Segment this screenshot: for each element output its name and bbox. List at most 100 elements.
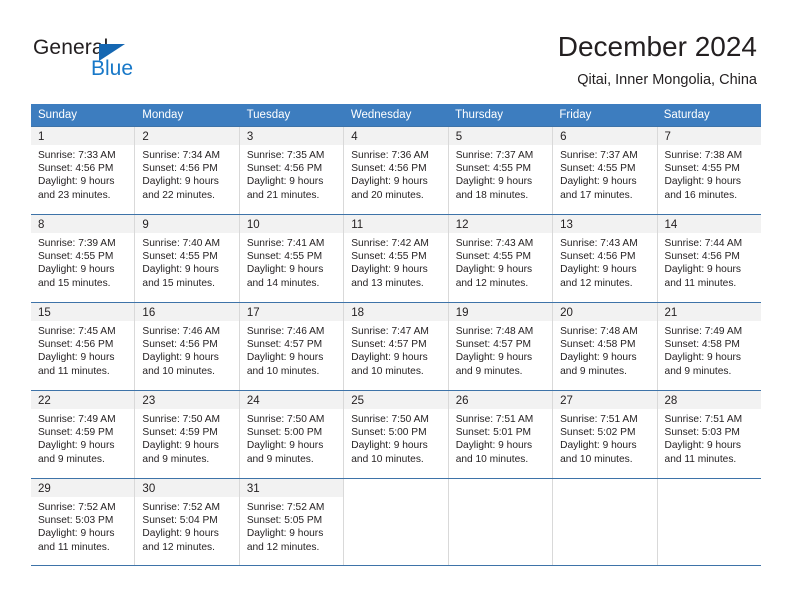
daylight-text-line2: and 9 minutes. [246,453,314,465]
title-block: December 2024 Qitai, Inner Mongolia, Chi… [558,30,757,90]
daylight-text-line2: and 10 minutes. [560,453,633,465]
day-info: Sunrise: 7:51 AM Sunset: 5:01 PM Daylight:… [449,409,552,466]
day-cell[interactable]: 3 Sunrise: 7:35 AM Sunset: 4:56 PM Daylight… [239,127,345,214]
day-cell[interactable]: 2 Sunrise: 7:34 AM Sunset: 4:56 PM Daylight… [135,127,240,214]
day-cell[interactable]: 26 Sunrise: 7:51 AM Sunset: 5:01 PM Dayligh… [448,391,554,478]
page-header: General Blue December 2024 Qitai, Inner … [0,0,792,100]
day-cell[interactable]: 25 Sunrise: 7:50 AM Sunset: 5:00 PM Dayligh… [344,391,449,478]
day-cell[interactable]: 12 Sunrise: 7:43 AM Sunset: 4:55 PM Dayligh… [448,215,554,302]
day-number-band: 20 [553,303,657,321]
weekday-header-thursday: Thursday [455,109,504,121]
sunrise-text: Sunrise: 7:42 AM [351,238,429,249]
day-cell[interactable]: 17 Sunrise: 7:46 AM Sunset: 4:57 PM Dayligh… [239,303,345,390]
day-info: Sunrise: 7:38 AM Sunset: 4:55 PM Daylight:… [658,145,761,202]
day-cell[interactable]: 19 Sunrise: 7:48 AM Sunset: 4:57 PM Dayligh… [448,303,554,390]
sunset-text: Sunset: 5:03 PM [664,427,740,439]
day-cell[interactable]: 23 Sunrise: 7:50 AM Sunset: 4:59 PM Dayligh… [135,391,240,478]
day-number: 5 [455,131,463,143]
day-number-band: 31 [239,479,344,497]
day-number-band: 6 [553,127,657,145]
daylight-text-line2: and 12 minutes. [560,277,633,289]
day-cell[interactable]: 18 Sunrise: 7:47 AM Sunset: 4:57 PM Dayligh… [344,303,449,390]
day-cell[interactable]: 1 Sunrise: 7:33 AM Sunset: 4:56 PM Daylight… [31,127,136,214]
daylight-text-line2: and 22 minutes. [142,189,215,201]
day-info: Sunrise: 7:46 AM Sunset: 4:57 PM Daylight:… [240,321,343,378]
sunset-text: Sunset: 4:59 PM [38,427,114,439]
day-number-band: 7 [657,127,761,145]
sunset-text: Sunset: 5:04 PM [142,515,218,527]
sunrise-text: Sunrise: 7:49 AM [38,414,116,425]
sunrise-text: Sunrise: 7:51 AM [664,414,743,425]
sunset-text: Sunset: 4:56 PM [351,163,427,175]
day-info: Sunrise: 7:37 AM Sunset: 4:55 PM Daylight:… [449,145,552,202]
day-number-band: 15 [31,303,135,321]
day-cell[interactable]: 16 Sunrise: 7:46 AM Sunset: 4:56 PM Dayligh… [135,303,240,390]
day-info [553,497,656,501]
day-cell[interactable]: 21 Sunrise: 7:49 AM Sunset: 4:58 PM Dayligh… [657,303,761,390]
daylight-text-line1: Daylight: 9 hours [142,440,219,452]
daylight-text-line1: Daylight: 9 hours [664,264,741,276]
general-blue-logo[interactable]: General Blue [33,36,163,84]
sunrise-text: Sunrise: 7:48 AM [560,326,638,337]
daylight-text-line2: and 10 minutes. [142,365,215,377]
day-number: 27 [560,395,573,407]
day-cell[interactable]: 11 Sunrise: 7:42 AM Sunset: 4:55 PM Dayligh… [344,215,449,302]
day-number-band: 9 [135,215,239,233]
sunrise-text: Sunrise: 7:51 AM [455,414,534,425]
day-cell[interactable]: 20 Sunrise: 7:48 AM Sunset: 4:58 PM Dayligh… [553,303,658,390]
day-cell[interactable]: 31 Sunrise: 7:52 AM Sunset: 5:05 PM Dayligh… [239,479,345,565]
day-number: 4 [351,131,358,143]
sunset-text: Sunset: 4:57 PM [455,339,532,351]
day-cell[interactable]: 27 Sunrise: 7:51 AM Sunset: 5:02 PM Dayligh… [553,391,658,478]
day-cell[interactable]: 24 Sunrise: 7:50 AM Sunset: 5:00 PM Dayligh… [239,391,345,478]
day-number: 15 [38,307,51,319]
day-cell[interactable]: 29 Sunrise: 7:52 AM Sunset: 5:03 PM Dayligh… [31,479,136,565]
day-number-band [553,479,657,497]
day-cell[interactable]: 4 Sunrise: 7:36 AM Sunset: 4:56 PM Daylight… [344,127,449,214]
day-cell[interactable]: 9 Sunrise: 7:40 AM Sunset: 4:55 PM Daylight… [135,215,240,302]
day-info: Sunrise: 7:48 AM Sunset: 4:58 PM Daylight:… [553,321,656,378]
day-number: 9 [142,219,149,231]
day-cell[interactable]: 28 Sunrise: 7:51 AM Sunset: 5:03 PM Dayligh… [657,391,761,478]
weekday-header-friday: Friday [559,109,592,121]
sunset-text: Sunset: 4:56 PM [560,251,636,263]
day-number-band: 28 [657,391,761,409]
day-cell[interactable]: 10 Sunrise: 7:41 AM Sunset: 4:55 PM Dayligh… [239,215,345,302]
page-title: December 2024 [557,31,757,62]
daylight-text-line1: Daylight: 9 hours [455,264,533,276]
sunrise-text: Sunrise: 7:52 AM [142,502,221,513]
daylight-text-line1: Daylight: 9 hours [560,264,637,276]
sunset-text: Sunset: 4:56 PM [142,163,218,175]
sunrise-text: Sunrise: 7:52 AM [38,502,116,513]
day-info: Sunrise: 7:33 AM Sunset: 4:56 PM Daylight:… [31,145,134,202]
day-cell[interactable]: 14 Sunrise: 7:44 AM Sunset: 4:56 PM Dayligh… [657,215,761,302]
day-cell[interactable]: 7 Sunrise: 7:38 AM Sunset: 4:55 PM Daylight… [657,127,761,214]
day-info: Sunrise: 7:35 AM Sunset: 4:56 PM Daylight:… [240,145,343,202]
sunset-text: Sunset: 4:58 PM [664,339,740,351]
daylight-text-line2: and 18 minutes. [455,189,529,201]
day-cell[interactable]: 30 Sunrise: 7:52 AM Sunset: 5:04 PM Dayligh… [135,479,240,565]
day-cell[interactable]: 15 Sunrise: 7:45 AM Sunset: 4:56 PM Dayligh… [31,303,136,390]
day-number-band: 24 [239,391,344,409]
day-number: 20 [560,307,573,319]
day-cell[interactable]: 22 Sunrise: 7:49 AM Sunset: 4:59 PM Dayligh… [31,391,136,478]
day-cell[interactable]: 13 Sunrise: 7:43 AM Sunset: 4:56 PM Dayligh… [553,215,658,302]
daylight-text-line1: Daylight: 9 hours [560,440,637,452]
calendar-week-row: 8 Sunrise: 7:39 AM Sunset: 4:55 PM Daylight… [31,214,761,302]
day-cell[interactable]: 5 Sunrise: 7:37 AM Sunset: 4:55 PM Daylight… [448,127,554,214]
page-subtitle: Qitai, Inner Mongolia, China [577,72,757,88]
daylight-text-line1: Daylight: 9 hours [38,440,115,452]
day-number-band: 29 [31,479,135,497]
day-cell[interactable]: 6 Sunrise: 7:37 AM Sunset: 4:55 PM Daylight… [553,127,658,214]
calendar-week-row: 1 Sunrise: 7:33 AM Sunset: 4:56 PM Daylight… [31,126,761,214]
weekday-header-row: Sunday Monday Tuesday Wednesday Thursday… [31,104,761,126]
day-number-band: 14 [657,215,761,233]
sunrise-text: Sunrise: 7:37 AM [455,150,534,161]
day-cell[interactable]: 8 Sunrise: 7:39 AM Sunset: 4:55 PM Daylight… [31,215,136,302]
day-number: 26 [455,395,469,407]
daylight-text-line2: and 11 minutes. [38,541,110,553]
daylight-text-line1: Daylight: 9 hours [38,264,115,276]
day-number-band [657,479,761,497]
calendar-week-row: 15 Sunrise: 7:45 AM Sunset: 4:56 PM Dayligh… [31,302,761,390]
day-info: Sunrise: 7:43 AM Sunset: 4:55 PM Daylight:… [449,233,552,290]
